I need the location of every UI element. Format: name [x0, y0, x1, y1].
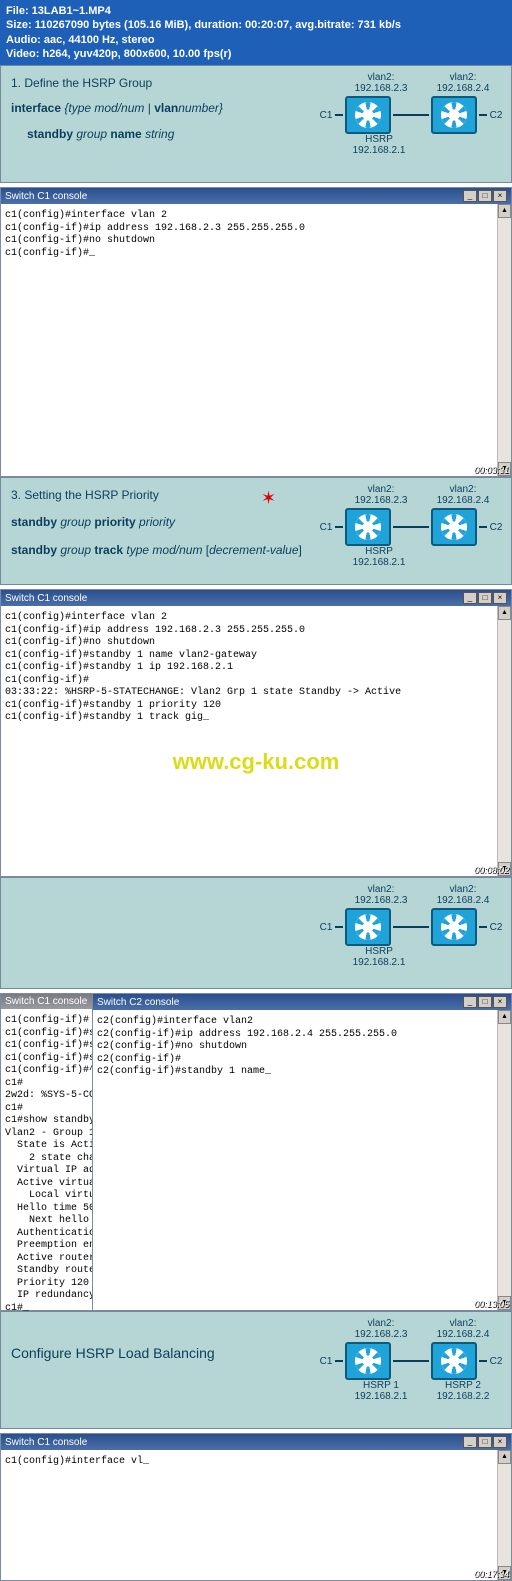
close-button[interactable]: ×: [493, 190, 507, 202]
minimize-button[interactable]: _: [463, 190, 477, 202]
titlebar[interactable]: Switch C1 console _ □ ×: [1, 590, 511, 606]
console-c2: Switch C2 console _ □ × c2(config)#inter…: [92, 993, 512, 1311]
slide-diagram-only: vlan2:192.168.2.3vlan2:192.168.2.4 C1 C2…: [0, 877, 512, 989]
scrollbar[interactable]: ▲▼: [497, 204, 511, 476]
close-button[interactable]: ×: [493, 996, 507, 1008]
size-line: Size: 110267090 bytes (105.16 MiB), dura…: [6, 18, 506, 32]
router-c1-icon: [345, 96, 391, 134]
scrollbar[interactable]: ▲▼: [497, 1010, 511, 1310]
slide-define-hsrp: 1. Define the HSRP Group interface {type…: [0, 65, 512, 183]
router-c2-icon: [431, 96, 477, 134]
titlebar[interactable]: Switch C1 console _ □ ×: [1, 1434, 511, 1450]
kw-standby: standby: [27, 127, 76, 141]
window-title: Switch C1 console: [5, 1437, 87, 1448]
video-timestamp: 00:08:02: [474, 865, 509, 875]
network-diagram-2: vlan2:192.168.2.3vlan2:192.168.2.4 C1 C2…: [273, 484, 503, 568]
router-c2-icon: [431, 908, 477, 946]
network-diagram-1: vlan2:192.168.2.3vlan2:192.168.2.4 C1 C2…: [273, 72, 503, 156]
close-button[interactable]: ×: [493, 592, 507, 604]
terminal-output[interactable]: c1(config)#interface vlan 2 c1(config-if…: [1, 606, 511, 731]
terminal-output[interactable]: c1(config)#interface vl_: [1, 1450, 511, 1475]
file-line: File: 13LAB1~1.MP4: [6, 4, 506, 18]
network-diagram-3: vlan2:192.168.2.3vlan2:192.168.2.4 C1 C2…: [273, 884, 503, 968]
video-line: Video: h264, yuv420p, 800x600, 10.00 fps…: [6, 47, 506, 61]
router-c1-icon: [345, 508, 391, 546]
window-title: Switch C1 console: [5, 191, 87, 202]
terminal-output[interactable]: c1(config)#interface vlan 2 c1(config-if…: [1, 204, 511, 266]
minimize-button[interactable]: _: [463, 592, 477, 604]
router-c1-icon: [345, 908, 391, 946]
video-timestamp: 00:03:31: [474, 465, 509, 475]
watermark: www.cg-ku.com: [173, 749, 340, 775]
maximize-button[interactable]: □: [478, 996, 492, 1008]
console-c1-1: Switch C1 console _ □ × c1(config)#inter…: [0, 187, 512, 477]
maximize-button[interactable]: □: [478, 190, 492, 202]
router-c2-icon: [431, 508, 477, 546]
titlebar[interactable]: Switch C2 console _ □ ×: [93, 994, 511, 1010]
slide1-title: Define the HSRP Group: [24, 76, 152, 90]
slide1-num: 1.: [11, 76, 21, 90]
router-c1-icon: [345, 1342, 391, 1380]
audio-line: Audio: aac, 44100 Hz, stereo: [6, 33, 506, 47]
slide-load-balancing: Configure HSRP Load Balancing vlan2:192.…: [0, 1311, 512, 1429]
scrollbar[interactable]: ▲▼: [497, 1450, 511, 1580]
console-c1-2: Switch C1 console _ □ × c1(config)#inter…: [0, 589, 512, 877]
minimize-button[interactable]: _: [463, 996, 477, 1008]
titlebar[interactable]: Switch C1 console _ □ ×: [1, 188, 511, 204]
close-button[interactable]: ×: [493, 1436, 507, 1448]
window-title: Switch C1 console: [5, 593, 87, 604]
network-diagram-4: vlan2:192.168.2.3vlan2:192.168.2.4 C1 C2…: [273, 1318, 503, 1402]
kw-interface: interface: [11, 101, 64, 115]
minimize-button[interactable]: _: [463, 1436, 477, 1448]
media-info-header: File: 13LAB1~1.MP4 Size: 110267090 bytes…: [0, 0, 512, 65]
video-timestamp: 00:13:05: [474, 1299, 509, 1309]
router-c2-icon: [431, 1342, 477, 1380]
window-title: Switch C2 console: [97, 997, 179, 1008]
window-title: Switch C1 console: [5, 996, 87, 1007]
console-c1-4: Switch C1 console _ □ × c1(config)#inter…: [0, 1433, 512, 1581]
scrollbar[interactable]: ▲▼: [497, 606, 511, 876]
maximize-button[interactable]: □: [478, 592, 492, 604]
terminal-output[interactable]: c2(config)#interface vlan2 c2(config-if)…: [93, 1010, 511, 1085]
maximize-button[interactable]: □: [478, 1436, 492, 1448]
slide-hsrp-priority: ✶ 3. Setting the HSRP Priority standby g…: [0, 477, 512, 585]
